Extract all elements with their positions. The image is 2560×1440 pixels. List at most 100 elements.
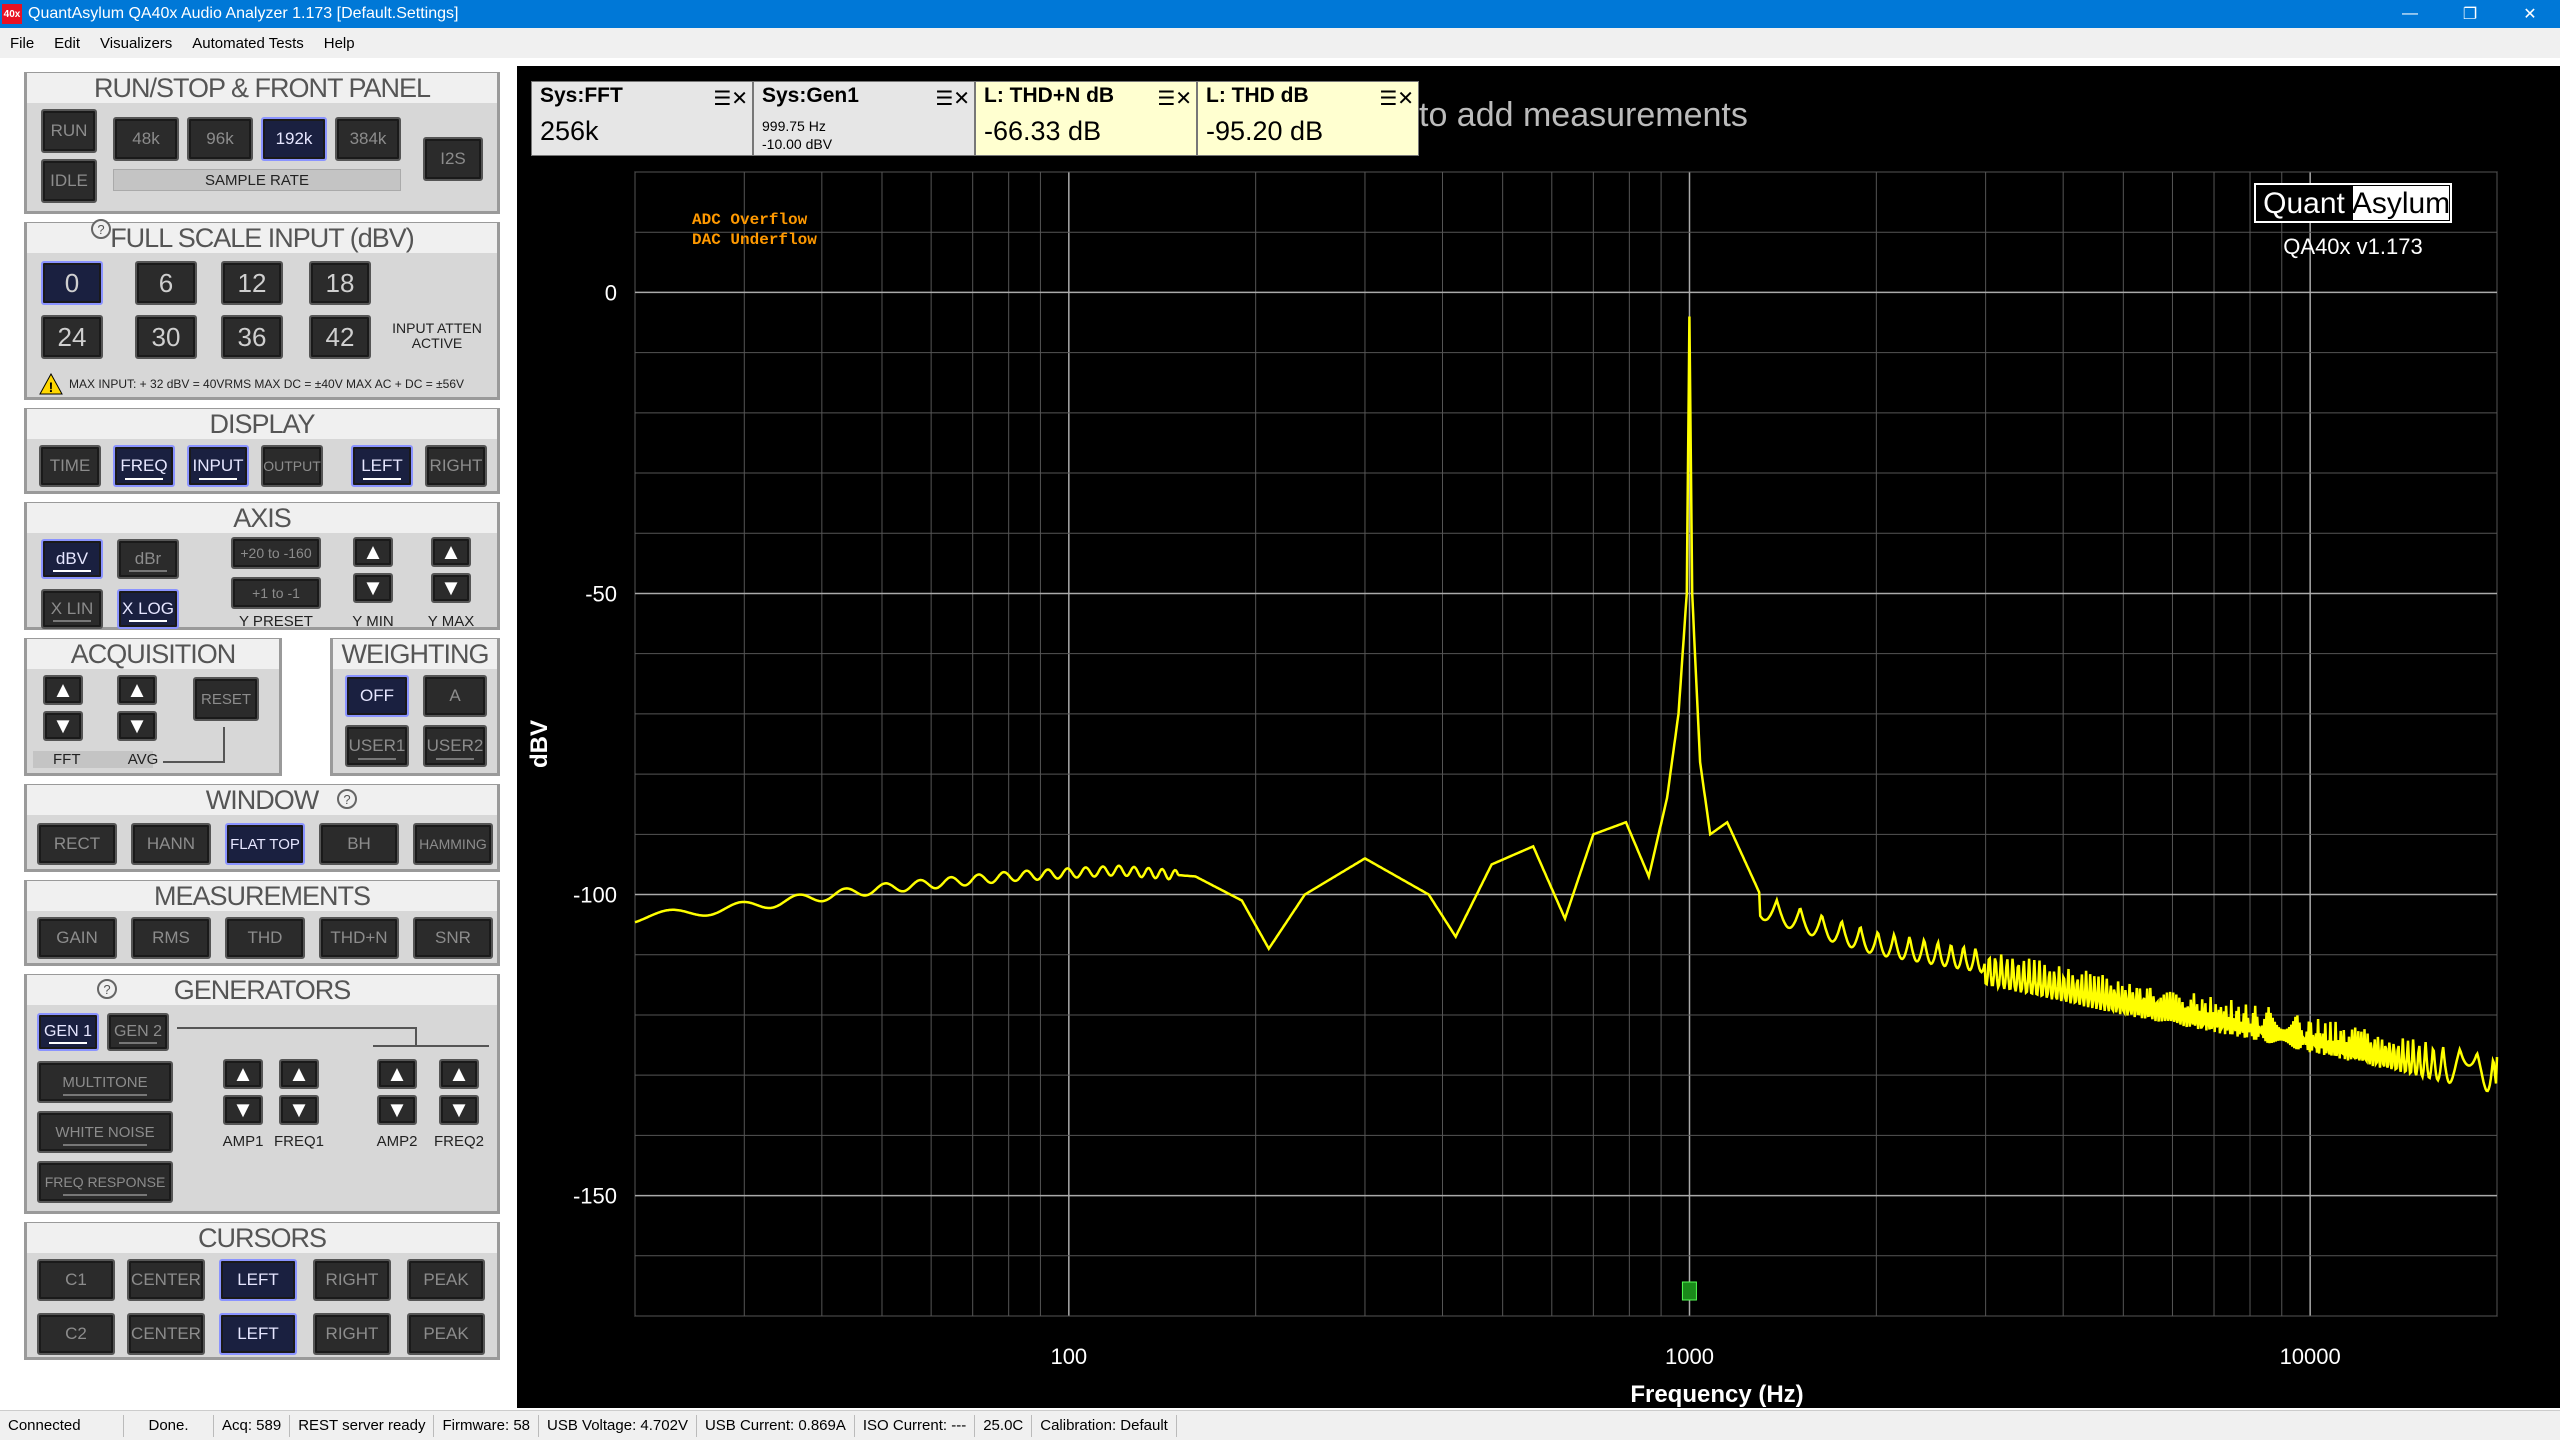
axis-panel: AXIS dBV dBr X LIN X LOG +20 to -160 +1 … [24,502,500,630]
btn-label: OUTPUT [263,458,321,474]
amp2-down-button[interactable]: ▼ [377,1095,417,1125]
freq1-down-button[interactable]: ▼ [279,1095,319,1125]
display-output-button[interactable]: OUTPUT [261,445,323,487]
fsi-0-button[interactable]: 0 [41,261,103,305]
restore-icon[interactable]: ❐ [2440,0,2500,28]
display-right-button[interactable]: RIGHT [425,445,487,487]
rate-96k-button[interactable]: 96k [187,117,253,161]
weight-a-button[interactable]: A [423,675,487,717]
menu-help[interactable]: Help [314,35,365,52]
window-flattop-button[interactable]: FLAT TOP [225,823,305,865]
ymin-down-button[interactable]: ▼ [353,573,393,603]
btn-label: THD+N [330,928,388,947]
ymax-down-button[interactable]: ▼ [431,573,471,603]
close-icon[interactable]: ✕ [2500,0,2560,28]
cursor2-peak-button[interactable]: PEAK [407,1313,485,1355]
help-icon[interactable]: ? [337,789,357,809]
preset-1-1-button[interactable]: +1 to -1 [231,577,321,609]
dbr-button[interactable]: dBr [117,539,179,579]
fsi-36-button[interactable]: 36 [221,315,283,359]
status-connection: Connected [0,1414,124,1437]
amp1-up-button[interactable]: ▲ [223,1059,263,1089]
freq2-up-button[interactable]: ▲ [439,1059,479,1089]
xlog-button[interactable]: X LOG [117,589,179,629]
rate-192k-button[interactable]: 192k [261,117,327,161]
cursor-c1-button[interactable]: C1 [37,1259,115,1301]
freq-response-button[interactable]: FREQ RESPONSE [37,1161,173,1203]
btn-label: LEFT [361,456,403,475]
display-freq-button[interactable]: FREQ [113,445,175,487]
weight-off-button[interactable]: OFF [345,675,409,717]
rate-384k-button[interactable]: 384k [335,117,401,161]
fsi-label: 42 [325,321,355,352]
avg-down-button[interactable]: ▼ [117,711,157,741]
ymax-up-button[interactable]: ▲ [431,537,471,567]
cursor2-center-button[interactable]: CENTER [127,1313,205,1355]
minimize-icon[interactable]: — [2380,0,2440,28]
idle-button[interactable]: IDLE [41,159,97,203]
white-noise-button[interactable]: WHITE NOISE [37,1111,173,1153]
meas-thd-button[interactable]: THD [225,917,305,959]
rate-48k-button[interactable]: 48k [113,117,179,161]
btn-label: RIGHT [429,456,483,475]
cursor1-left-button[interactable]: LEFT [219,1259,297,1301]
fsi-18-button[interactable]: 18 [309,261,371,305]
help-icon[interactable]: ? [91,219,111,239]
cursor-c2-button[interactable]: C2 [37,1313,115,1355]
meas-rms-button[interactable]: RMS [131,917,211,959]
cursor2-right-button[interactable]: RIGHT [313,1313,391,1355]
dbv-button[interactable]: dBV [41,539,103,579]
fft-up-button[interactable]: ▲ [43,675,83,705]
btn-label: FLAT TOP [230,835,300,853]
amp2-up-button[interactable]: ▲ [377,1059,417,1089]
display-left-button[interactable]: LEFT [351,445,413,487]
plot-area[interactable]: Sys:FFT 256k ☰✕ Sys:Gen1 999.75 Hz -10.0… [517,66,2560,1408]
y-tick-label: 0 [605,280,617,305]
avg-up-button[interactable]: ▲ [117,675,157,705]
window-bh-button[interactable]: BH [319,823,399,865]
amp1-down-button[interactable]: ▼ [223,1095,263,1125]
menu-automated-tests[interactable]: Automated Tests [182,35,313,52]
cursor1-right-button[interactable]: RIGHT [313,1259,391,1301]
status-usb-voltage: USB Voltage: 4.702V [539,1414,697,1437]
fft-chart[interactable]: 0 -50 -100 -150 100 1000 10000 dBV Frequency … [517,66,2560,1408]
fft-down-button[interactable]: ▼ [43,711,83,741]
fsi-24-button[interactable]: 24 [41,315,103,359]
freq1-up-button[interactable]: ▲ [279,1059,319,1089]
run-button[interactable]: RUN [41,109,97,153]
fsi-30-button[interactable]: 30 [135,315,197,359]
menu-file[interactable]: File [0,35,44,52]
gen1-button[interactable]: GEN 1 [37,1013,99,1051]
full-scale-input-panel: FULL SCALE INPUT (dBV) 0 6 12 18 24 30 3… [24,219,500,400]
ymin-up-button[interactable]: ▲ [353,537,393,567]
fsi-6-button[interactable]: 6 [135,261,197,305]
display-panel: DISPLAY TIME FREQ INPUT OUTPUT LEFT RIGH… [24,408,500,494]
cursor1-center-button[interactable]: CENTER [127,1259,205,1301]
multitone-button[interactable]: MULTITONE [37,1061,173,1103]
freq2-down-button[interactable]: ▼ [439,1095,479,1125]
meas-snr-button[interactable]: SNR [413,917,493,959]
window-hann-button[interactable]: HANN [131,823,211,865]
window-hamming-button[interactable]: HAMMING [413,823,493,865]
meas-gain-button[interactable]: GAIN [37,917,117,959]
acq-reset-button[interactable]: RESET [193,677,259,721]
fsi-42-button[interactable]: 42 [309,315,371,359]
gen2-button[interactable]: GEN 2 [107,1013,169,1051]
fsi-12-button[interactable]: 12 [221,261,283,305]
weight-user2-button[interactable]: USER2 [423,725,487,767]
preset-20-160-button[interactable]: +20 to -160 [231,537,321,569]
active-indicator [62,1094,148,1096]
display-input-button[interactable]: INPUT [187,445,249,487]
sample-rate-label: SAMPLE RATE [113,169,401,191]
menu-visualizers[interactable]: Visualizers [90,35,182,52]
menu-edit[interactable]: Edit [44,35,90,52]
help-icon[interactable]: ? [97,979,117,999]
weight-user1-button[interactable]: USER1 [345,725,409,767]
cursor1-peak-button[interactable]: PEAK [407,1259,485,1301]
cursor2-left-button[interactable]: LEFT [219,1313,297,1355]
xlin-button[interactable]: X LIN [41,589,103,629]
meas-thdn-button[interactable]: THD+N [319,917,399,959]
window-rect-button[interactable]: RECT [37,823,117,865]
i2s-button[interactable]: I2S [423,137,483,181]
display-time-button[interactable]: TIME [39,445,101,487]
